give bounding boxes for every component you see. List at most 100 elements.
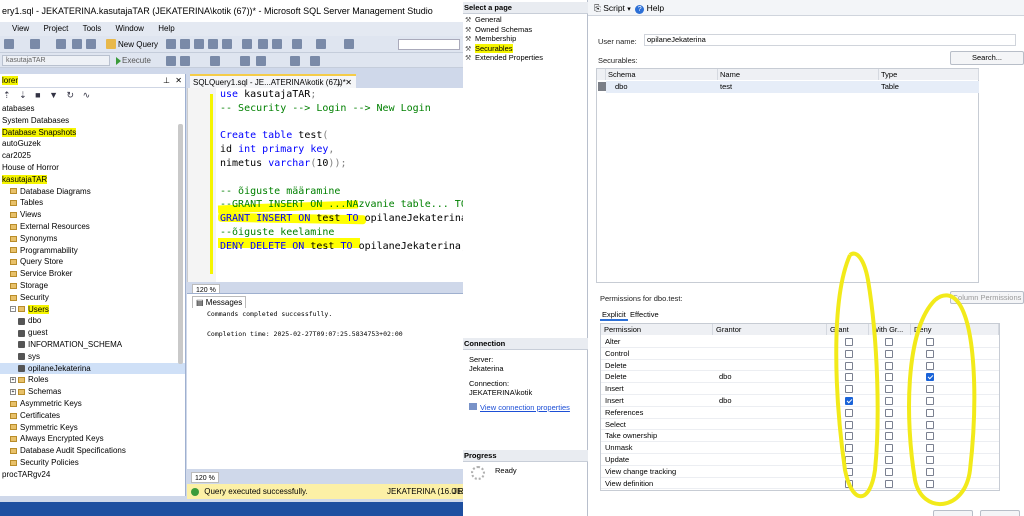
tree-item[interactable]: Symmetric Keys xyxy=(0,422,185,434)
script-button[interactable]: Script xyxy=(603,3,625,13)
tree-item[interactable]: − Users xyxy=(0,304,185,316)
tree-item[interactable]: Storage xyxy=(0,280,185,292)
save-icon[interactable] xyxy=(72,39,82,49)
tree-item[interactable]: Database Audit Specifications xyxy=(0,445,185,457)
execute-button[interactable]: Execute xyxy=(122,53,151,68)
tree-item[interactable]: guest xyxy=(0,327,185,339)
permission-row[interactable]: Select xyxy=(601,419,999,431)
tab-effective[interactable]: Effective xyxy=(630,310,659,319)
parse-icon[interactable] xyxy=(180,56,190,66)
refresh-icon[interactable]: ↻ xyxy=(67,90,75,100)
with-checkbox[interactable] xyxy=(885,444,893,453)
permission-row[interactable]: References xyxy=(601,407,999,419)
permission-row[interactable]: Control xyxy=(601,348,999,360)
grant-checkbox[interactable] xyxy=(845,432,853,441)
column-name[interactable]: Name xyxy=(718,69,879,80)
with-checkbox[interactable] xyxy=(885,467,893,476)
deny-checkbox[interactable] xyxy=(926,479,934,488)
filter-icon[interactable]: ▼ xyxy=(49,90,58,100)
tree-item[interactable]: + Roles xyxy=(0,374,185,386)
search-button[interactable]: Search... xyxy=(950,51,1024,65)
save-all-icon[interactable] xyxy=(86,39,96,49)
activity-monitor-icon[interactable] xyxy=(344,39,354,49)
comment-icon[interactable] xyxy=(240,56,250,66)
grant-checkbox[interactable] xyxy=(845,420,853,429)
with-checkbox[interactable] xyxy=(885,361,893,370)
with-checkbox[interactable] xyxy=(885,397,893,405)
page-membership[interactable]: ⚒ Membership xyxy=(465,34,516,43)
tree-item[interactable]: atabases xyxy=(0,103,185,115)
grant-checkbox[interactable] xyxy=(845,338,853,346)
grant-checkbox[interactable] xyxy=(845,385,853,394)
permission-row[interactable]: Delete xyxy=(601,360,999,372)
tree-item[interactable]: House of Horror xyxy=(0,162,185,174)
grant-checkbox[interactable] xyxy=(845,373,853,382)
column-grant[interactable]: Grant xyxy=(827,324,869,335)
expand-icon[interactable]: + xyxy=(10,377,16,384)
chevron-down-icon[interactable]: ▾ xyxy=(627,6,631,13)
paste-icon[interactable] xyxy=(272,39,282,49)
new-query-button[interactable]: New Query xyxy=(118,36,158,53)
connect-icon[interactable]: ⇡ xyxy=(3,90,11,100)
deny-checkbox[interactable] xyxy=(926,338,934,346)
column-permission[interactable]: Permission xyxy=(601,324,713,335)
tree-item[interactable]: Service Broker xyxy=(0,268,185,280)
column-deny[interactable]: Deny xyxy=(911,324,999,335)
user-name-field[interactable]: opilaneJekaterina xyxy=(644,34,1016,46)
menu-window[interactable]: Window xyxy=(116,22,144,36)
results-grid-icon[interactable] xyxy=(210,56,220,66)
permission-row[interactable]: Insert xyxy=(601,383,999,395)
deny-checkbox[interactable] xyxy=(926,432,934,441)
tree-item[interactable]: Programmability xyxy=(0,245,185,257)
cancel-button[interactable] xyxy=(980,510,1020,516)
deny-checkbox[interactable] xyxy=(926,349,934,358)
with-checkbox[interactable] xyxy=(885,479,893,488)
with-checkbox[interactable] xyxy=(885,408,893,417)
disconnect-icon[interactable]: ⇣ xyxy=(19,90,27,100)
dax-query-icon[interactable] xyxy=(222,39,232,49)
grant-checkbox[interactable] xyxy=(845,467,853,476)
grant-checkbox[interactable] xyxy=(845,456,853,464)
tab-explicit[interactable]: Explicit xyxy=(600,310,628,321)
grant-checkbox[interactable] xyxy=(845,397,853,405)
messages-zoom[interactable]: 120 % xyxy=(191,472,219,483)
open-icon[interactable] xyxy=(56,39,66,49)
stop-icon[interactable] xyxy=(166,56,176,66)
menu-view[interactable]: View xyxy=(12,22,29,36)
with-checkbox[interactable] xyxy=(885,373,893,382)
back-icon[interactable] xyxy=(4,39,14,49)
tree-item[interactable]: External Resources xyxy=(0,221,185,233)
tree-item[interactable]: Synonyms xyxy=(0,233,185,245)
tree-item[interactable]: Tables xyxy=(0,197,185,209)
tree-item[interactable]: procTARgv24 xyxy=(0,469,185,481)
tree-item[interactable]: car2025 xyxy=(0,150,185,162)
menu-tools[interactable]: Tools xyxy=(83,22,102,36)
search-field[interactable] xyxy=(398,39,460,50)
deny-checkbox[interactable] xyxy=(926,420,934,429)
view-connection-link[interactable]: View connection properties xyxy=(469,403,570,413)
grant-checkbox[interactable] xyxy=(845,361,853,370)
deny-checkbox[interactable] xyxy=(926,456,934,464)
expand-icon[interactable]: + xyxy=(10,389,16,396)
redo-icon[interactable] xyxy=(316,39,326,49)
permission-row[interactable]: Unmask xyxy=(601,442,999,454)
undo-icon[interactable] xyxy=(292,39,302,49)
deny-checkbox[interactable] xyxy=(926,444,934,453)
tree-item[interactable]: Certificates xyxy=(0,410,185,422)
with-checkbox[interactable] xyxy=(885,456,893,464)
cut-icon[interactable] xyxy=(242,39,252,49)
with-checkbox[interactable] xyxy=(885,385,893,394)
permission-row[interactable]: Delete dbo xyxy=(601,371,999,384)
tree-item[interactable]: kasutajaTAR xyxy=(0,174,185,186)
page-extended-properties[interactable]: ⚒ Extended Properties xyxy=(465,53,543,62)
permission-row[interactable]: Insert dbo xyxy=(601,395,999,407)
uncomment-icon[interactable] xyxy=(256,56,266,66)
securable-row[interactable]: dbo test Table xyxy=(606,81,979,93)
new-item-icon[interactable] xyxy=(30,39,40,49)
column-with-grant[interactable]: With Gr... xyxy=(869,324,911,335)
indent-icon[interactable] xyxy=(290,56,300,66)
grant-checkbox[interactable] xyxy=(845,444,853,453)
deny-checkbox[interactable] xyxy=(926,385,934,394)
database-select[interactable]: kasutajaTAR xyxy=(2,55,110,66)
db-query-icon[interactable] xyxy=(166,39,176,49)
